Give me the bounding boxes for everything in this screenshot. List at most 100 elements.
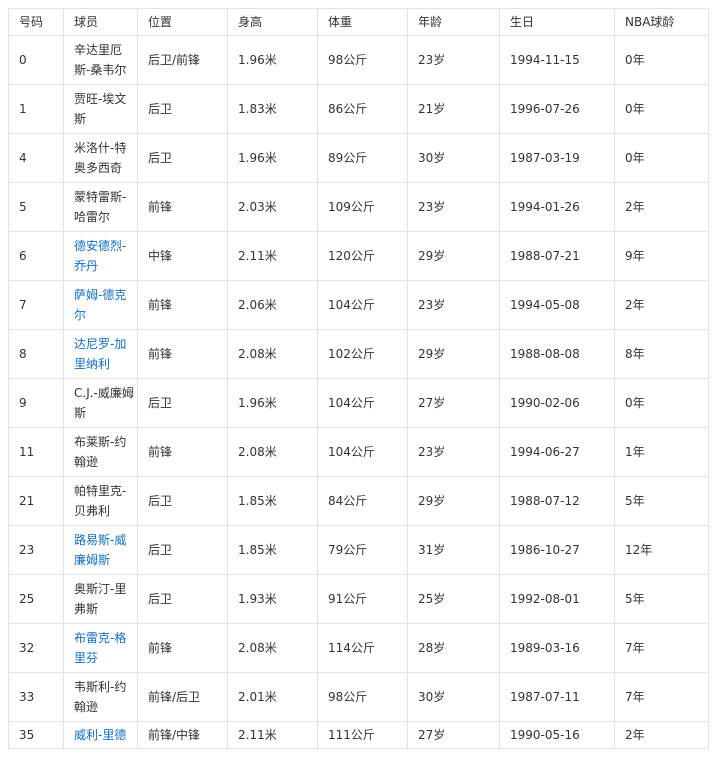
table-row: 33 韦斯利-约翰逊 前锋/后卫 2.01米 98公斤 30岁 1987-07-11 7年 [8, 672, 709, 722]
cell-number: 11 [8, 427, 64, 477]
header-age: 年龄 [407, 8, 500, 36]
player-name: 辛达里厄斯-桑韦尔 [74, 43, 127, 77]
cell-height: 1.96米 [227, 133, 318, 183]
cell-weight: 91公斤 [317, 574, 408, 624]
player-link[interactable]: 萨姆-德克尔 [74, 288, 126, 322]
cell-age: 28岁 [407, 623, 500, 673]
cell-birthday: 1992-08-01 [499, 574, 615, 624]
table-row: 25 奥斯汀-里弗斯 后卫 1.93米 91公斤 25岁 1992-08-01 5年 [8, 574, 709, 624]
cell-number: 21 [8, 476, 64, 526]
cell-position: 前锋 [137, 623, 228, 673]
cell-birthday: 1986-10-27 [499, 525, 615, 575]
table-row: 0 辛达里厄斯-桑韦尔 后卫/前锋 1.96米 98公斤 23岁 1994-11-15 0年 [8, 35, 709, 85]
cell-player: 辛达里厄斯-桑韦尔 [63, 35, 138, 85]
table-row: 35 威利-里德 前锋/中锋 2.11米 111公斤 27岁 1990-05-16 2年 [8, 721, 709, 749]
cell-height: 1.96米 [227, 378, 318, 428]
cell-number: 1 [8, 84, 64, 134]
cell-nba-years: 5年 [614, 574, 709, 624]
table-row: 11 布莱斯-约翰逊 前锋 2.08米 104公斤 23岁 1994-06-27 1年 [8, 427, 709, 477]
cell-weight: 98公斤 [317, 672, 408, 722]
cell-player: 帕特里克-贝弗利 [63, 476, 138, 526]
cell-player: C.J.-威廉姆斯 [63, 378, 138, 428]
cell-player: 贾旺-埃文斯 [63, 84, 138, 134]
cell-height: 2.11米 [227, 721, 318, 749]
cell-player[interactable]: 达尼罗-加里纳利 [63, 329, 138, 379]
cell-position: 后卫/前锋 [137, 35, 228, 85]
cell-birthday: 1994-11-15 [499, 35, 615, 85]
cell-number: 5 [8, 182, 64, 232]
cell-position: 前锋/中锋 [137, 721, 228, 749]
cell-height: 1.83米 [227, 84, 318, 134]
cell-height: 2.08米 [227, 623, 318, 673]
header-birthday: 生日 [499, 8, 615, 36]
cell-height: 2.08米 [227, 427, 318, 477]
cell-nba-years: 0年 [614, 35, 709, 85]
cell-number: 23 [8, 525, 64, 575]
cell-nba-years: 5年 [614, 476, 709, 526]
cell-birthday: 1990-05-16 [499, 721, 615, 749]
cell-birthday: 1996-07-26 [499, 84, 615, 134]
player-name: 布莱斯-约翰逊 [74, 435, 127, 469]
cell-position: 后卫 [137, 476, 228, 526]
cell-nba-years: 2年 [614, 182, 709, 232]
cell-birthday: 1987-03-19 [499, 133, 615, 183]
cell-player[interactable]: 萨姆-德克尔 [63, 280, 138, 330]
header-height: 身高 [227, 8, 318, 36]
player-name: 蒙特雷斯-哈雷尔 [74, 190, 127, 224]
cell-age: 29岁 [407, 329, 500, 379]
cell-position: 后卫 [137, 525, 228, 575]
cell-nba-years: 2年 [614, 721, 709, 749]
player-name: 帕特里克-贝弗利 [74, 484, 127, 518]
cell-age: 29岁 [407, 476, 500, 526]
cell-weight: 120公斤 [317, 231, 408, 281]
cell-weight: 104公斤 [317, 280, 408, 330]
cell-player[interactable]: 德安德烈-乔丹 [63, 231, 138, 281]
roster-table: 号码 球员 位置 身高 体重 年龄 生日 NBA球龄 0 辛达里厄斯-桑韦尔 后卫/… [8, 8, 709, 749]
header-nba-years: NBA球龄 [614, 8, 709, 36]
cell-age: 25岁 [407, 574, 500, 624]
player-link[interactable]: 威利-里德 [74, 728, 126, 742]
cell-number: 35 [8, 721, 64, 749]
cell-position: 后卫 [137, 574, 228, 624]
cell-number: 9 [8, 378, 64, 428]
cell-player[interactable]: 路易斯-威廉姆斯 [63, 525, 138, 575]
player-link[interactable]: 达尼罗-加里纳利 [74, 337, 126, 371]
cell-number: 7 [8, 280, 64, 330]
cell-weight: 104公斤 [317, 378, 408, 428]
player-link[interactable]: 德安德烈-乔丹 [74, 239, 126, 273]
cell-player: 米洛什-特奥多西奇 [63, 133, 138, 183]
cell-nba-years: 0年 [614, 378, 709, 428]
cell-player: 蒙特雷斯-哈雷尔 [63, 182, 138, 232]
cell-birthday: 1987-07-11 [499, 672, 615, 722]
cell-player[interactable]: 威利-里德 [63, 721, 138, 749]
header-number: 号码 [8, 8, 64, 36]
table-row: 21 帕特里克-贝弗利 后卫 1.85米 84公斤 29岁 1988-07-12 5年 [8, 476, 709, 526]
table-row: 9 C.J.-威廉姆斯 后卫 1.96米 104公斤 27岁 1990-02-06 0年 [8, 378, 709, 428]
roster-body: 0 辛达里厄斯-桑韦尔 后卫/前锋 1.96米 98公斤 23岁 1994-11-15 0年 1… [8, 35, 709, 749]
cell-weight: 109公斤 [317, 182, 408, 232]
cell-height: 2.06米 [227, 280, 318, 330]
cell-age: 23岁 [407, 182, 500, 232]
cell-player: 奥斯汀-里弗斯 [63, 574, 138, 624]
cell-nba-years: 7年 [614, 623, 709, 673]
cell-height: 2.03米 [227, 182, 318, 232]
player-name: 米洛什-特奥多西奇 [74, 141, 127, 175]
header-position: 位置 [137, 8, 228, 36]
cell-weight: 102公斤 [317, 329, 408, 379]
cell-position: 后卫 [137, 133, 228, 183]
cell-weight: 114公斤 [317, 623, 408, 673]
cell-player: 韦斯利-约翰逊 [63, 672, 138, 722]
player-link[interactable]: 路易斯-威廉姆斯 [74, 533, 126, 567]
table-row: 32 布雷克-格里芬 前锋 2.08米 114公斤 28岁 1989-03-16 7年 [8, 623, 709, 673]
cell-birthday: 1988-07-12 [499, 476, 615, 526]
cell-height: 1.85米 [227, 525, 318, 575]
cell-height: 2.08米 [227, 329, 318, 379]
cell-age: 21岁 [407, 84, 500, 134]
cell-player[interactable]: 布雷克-格里芬 [63, 623, 138, 673]
player-link[interactable]: 布雷克-格里芬 [74, 631, 126, 665]
cell-number: 8 [8, 329, 64, 379]
table-row: 5 蒙特雷斯-哈雷尔 前锋 2.03米 109公斤 23岁 1994-01-26 2年 [8, 182, 709, 232]
cell-age: 30岁 [407, 672, 500, 722]
cell-number: 4 [8, 133, 64, 183]
cell-position: 中锋 [137, 231, 228, 281]
